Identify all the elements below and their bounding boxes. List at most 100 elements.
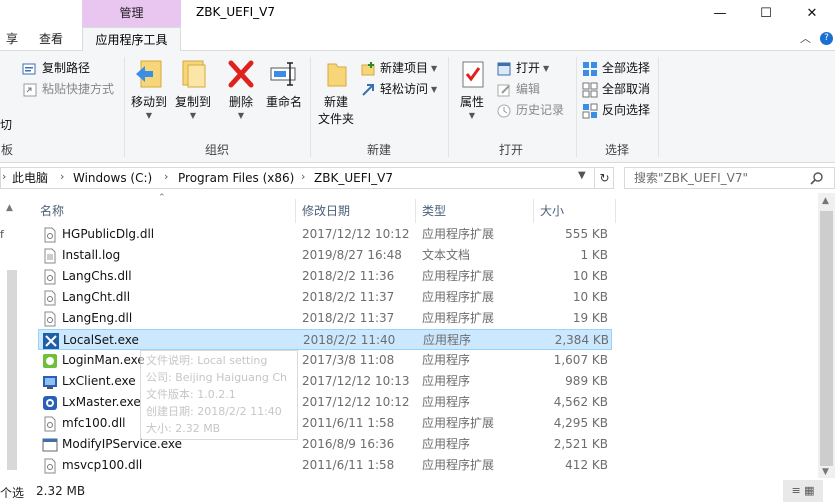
ribbon-separator (124, 57, 125, 157)
file-row[interactable]: msvcp100.dll 2011/6/11 1:58 应用程序扩展 412 KB (38, 455, 612, 476)
file-date: 2016/8/9 16:36 (302, 437, 395, 451)
file-size: 4,562 KB (553, 395, 608, 409)
collapse-ribbon-button[interactable]: ︿ (800, 30, 811, 46)
file-row[interactable]: LxClient.exe 2017/12/12 10:13 应用程序 989 KB (38, 371, 612, 392)
column-header-name[interactable]: 名称 (36, 199, 296, 223)
new-folder-icon (320, 58, 352, 90)
delete-button[interactable]: 删除 ▼ (224, 58, 258, 121)
file-date: 2019/8/27 16:48 (302, 248, 402, 262)
tab-view[interactable]: 查看 (33, 27, 69, 51)
refresh-icon[interactable]: ↻ (594, 167, 614, 189)
file-row[interactable]: ModifyIPService.exe 2016/8/9 16:36 应用程序 2,5… (38, 434, 612, 455)
file-row[interactable]: LangCht.dll 2018/2/2 11:37 应用程序扩展 10 KB (38, 287, 612, 308)
file-date: 2017/12/12 10:12 (302, 227, 410, 241)
search-input[interactable]: 搜索"ZBK_UEFI_V7" (624, 167, 835, 189)
breadcrumb-current-folder[interactable]: ZBK_UEFI_V7 (314, 170, 393, 186)
file-name: LxMaster.exe (42, 392, 141, 413)
close-button[interactable]: ✕ (789, 0, 835, 27)
new-group-label: 新建 (366, 143, 391, 157)
dll-file-icon (42, 290, 58, 306)
file-size: 10 KB (572, 269, 608, 283)
file-size: 412 KB (565, 458, 608, 472)
nav-scroll-thumb[interactable] (7, 270, 17, 470)
file-type: 应用程序 (422, 353, 471, 367)
file-row[interactable]: Install.log 2019/8/27 16:48 文本文档 1 KB (38, 245, 612, 266)
paste-shortcut-button[interactable]: 粘贴快捷方式 (22, 79, 120, 100)
file-type: 应用程序扩展 (422, 269, 495, 283)
file-row[interactable]: mfc100.dll 2011/6/11 1:58 应用程序扩展 4,295 KB (38, 413, 612, 434)
file-date: 2017/3/8 11:08 (302, 353, 395, 367)
file-name: msvcp100.dll (42, 455, 142, 476)
history-icon (496, 103, 512, 119)
new-folder-button[interactable]: 新建 文件夹 (314, 58, 358, 128)
file-name: Install.log (42, 245, 120, 266)
chevron-down-icon: ▼ (237, 111, 245, 120)
file-name: LangChs.dll (42, 266, 132, 287)
history-button[interactable]: 历史记录 (496, 100, 576, 121)
file-row[interactable]: LoginMan.exe 2017/3/8 11:08 应用程序 1,607 KB (38, 350, 612, 371)
organize-group-label: 组织 (204, 143, 229, 157)
ribbon-separator (658, 57, 659, 157)
window-title: ZBK_UEFI_V7 (196, 5, 275, 19)
rename-button[interactable]: 重命名 (264, 58, 304, 111)
maximize-button[interactable]: ☐ (743, 0, 789, 27)
copy-path-button[interactable]: 复制路径 (22, 58, 120, 79)
breadcrumb-program-files[interactable]: Program Files (x86) (178, 170, 294, 186)
file-row[interactable]: HGPublicDlg.dll 2017/12/12 10:12 应用程序扩展 555… (38, 224, 612, 245)
file-date: 2018/2/2 11:37 (302, 311, 395, 325)
tab-app-tools[interactable]: 应用程序工具 (82, 27, 181, 52)
easy-access-button[interactable]: 轻松访问 ▼ (360, 79, 444, 100)
new-small-buttons: 新建项目 ▼ 轻松访问 ▼ (360, 58, 444, 100)
blue-exe-icon (42, 374, 58, 390)
minimize-button[interactable]: — (697, 0, 743, 27)
file-row[interactable]: LocalSet.exe 2018/2/2 11:40 应用程序 2,384 KB (38, 329, 612, 350)
open-group-label: 打开 (498, 143, 523, 157)
open-button[interactable]: 打开 ▼ (496, 58, 576, 79)
chevron-up-icon[interactable]: ▲ (822, 196, 829, 206)
file-name: LoginMan.exe (42, 350, 145, 371)
column-header-size[interactable]: 大小 (536, 199, 616, 223)
view-mode-buttons[interactable]: ≡ ▦ (783, 480, 823, 502)
column-header-type[interactable]: 类型 (418, 199, 534, 223)
copy-to-button[interactable]: 复制到 ▼ (172, 58, 214, 121)
file-row[interactable]: LangEng.dll 2018/2/2 11:37 应用程序扩展 19 KB (38, 308, 612, 329)
invert-selection-button[interactable]: 反向选择 (582, 100, 662, 121)
context-group-manage: 管理 (82, 0, 181, 27)
file-name: LangEng.dll (42, 308, 132, 329)
breadcrumb-windows-c[interactable]: Windows (C:) (73, 170, 152, 186)
file-date: 2011/6/11 1:58 (302, 416, 395, 430)
paste-shortcut-icon (22, 82, 38, 98)
address-dropdown-icon[interactable]: ▼ (578, 170, 586, 181)
text-file-icon (42, 248, 58, 264)
scroll-thumb[interactable] (820, 211, 833, 466)
chevron-down-icon[interactable]: ▼ (822, 467, 829, 477)
select-all-button[interactable]: 全部选择 (582, 58, 662, 79)
select-none-button[interactable]: 全部取消 (582, 79, 662, 100)
column-header-date[interactable]: 修改日期 (298, 199, 416, 223)
exe-file-icon (42, 437, 58, 453)
new-item-button[interactable]: 新建项目 ▼ (360, 58, 444, 79)
copy-to-icon (177, 58, 209, 90)
nav-item-partial[interactable]: f (0, 228, 4, 241)
search-icon[interactable] (810, 171, 824, 188)
chevron-right-icon: › (301, 170, 306, 183)
move-to-button[interactable]: 移动到 ▼ (128, 58, 170, 121)
properties-button[interactable]: 属性 ▼ (452, 58, 492, 121)
file-type: 应用程序扩展 (422, 458, 495, 472)
chevron-right-icon: › (60, 170, 65, 183)
clipboard-group-label: 板 (0, 143, 13, 157)
file-row[interactable]: LxMaster.exe 2017/12/12 10:12 应用程序 4,562 KB (38, 392, 612, 413)
file-date: 2018/2/2 11:40 (303, 333, 396, 347)
cut-button-partial[interactable]: 切 (0, 116, 12, 133)
chevron-up-icon[interactable]: ▲ (6, 203, 13, 213)
tab-share[interactable]: 享 (0, 27, 24, 51)
rename-icon (268, 58, 300, 90)
file-row[interactable]: LangChs.dll 2018/2/2 11:36 应用程序扩展 10 KB (38, 266, 612, 287)
copy-path-icon (22, 61, 38, 77)
help-icon[interactable]: ? (820, 32, 833, 45)
breadcrumb-this-pc[interactable]: 此电脑 (12, 170, 48, 186)
blue-round-exe-icon (42, 395, 58, 411)
edit-button[interactable]: 编辑 (496, 79, 576, 100)
move-to-icon (133, 58, 165, 90)
file-type: 应用程序 (422, 395, 471, 409)
